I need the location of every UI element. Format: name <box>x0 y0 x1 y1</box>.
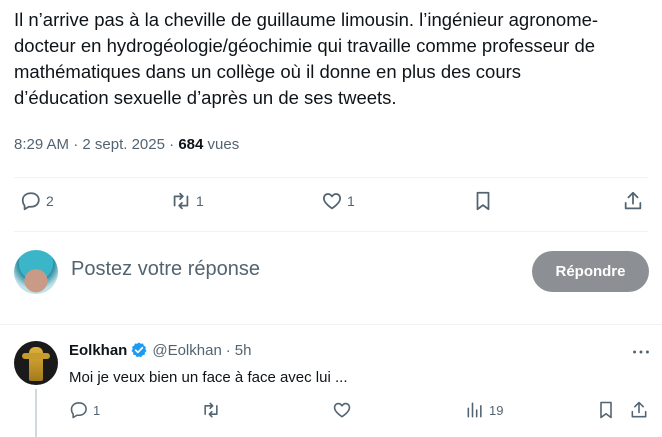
more-icon[interactable] <box>630 341 652 363</box>
tweet-text: Il n’arrive pas à la cheville de guillau… <box>14 9 599 108</box>
reply-input[interactable]: Postez votre réponse <box>71 258 260 281</box>
author-handle[interactable]: @Eolkhan <box>152 342 221 359</box>
reply-button[interactable]: 2 <box>20 190 54 212</box>
like-count: 1 <box>347 193 355 209</box>
reply-icon <box>21 192 40 211</box>
divider <box>0 324 662 325</box>
views-count: 19 <box>489 402 504 418</box>
reply-count: 1 <box>93 402 101 418</box>
views-count: 684 <box>178 136 204 153</box>
divider <box>14 231 648 232</box>
bookmark-button[interactable] <box>472 190 494 212</box>
reply-button[interactable]: 1 <box>69 400 100 420</box>
reply-tweet[interactable]: Eolkhan @Eolkhan · 5h Moi je veux bien u… <box>0 327 662 437</box>
bookmark-button[interactable] <box>596 400 616 420</box>
author-separator: · <box>225 341 231 359</box>
avatar[interactable] <box>14 341 58 385</box>
share-button[interactable] <box>629 400 649 420</box>
share-icon <box>631 401 647 418</box>
author-line: Eolkhan @Eolkhan · 5h <box>69 341 251 359</box>
bookmark-icon <box>476 191 490 211</box>
tweet-actions: 2 1 1 <box>0 190 662 220</box>
reply-icon <box>70 402 87 419</box>
reply-submit-button[interactable]: Répondre <box>532 251 649 292</box>
meta-separator-2: · <box>169 136 175 153</box>
views-icon <box>467 402 482 418</box>
repost-count: 1 <box>196 193 204 209</box>
meta-separator: · <box>73 136 79 153</box>
repost-icon <box>173 192 189 210</box>
repost-icon <box>204 402 218 418</box>
verified-icon <box>131 342 147 358</box>
like-button[interactable]: 1 <box>321 190 355 212</box>
share-icon <box>624 191 642 210</box>
like-button[interactable] <box>332 400 352 420</box>
reply-composer: Postez votre réponse Répondre <box>0 246 662 302</box>
reply-count: 2 <box>46 193 54 209</box>
repost-button[interactable]: 1 <box>170 190 204 212</box>
views-button[interactable]: 19 <box>465 400 503 420</box>
repost-button[interactable] <box>201 400 221 420</box>
reply-actions: 1 19 <box>0 400 662 426</box>
reply-time[interactable]: 5h <box>235 342 252 359</box>
views-label: vues <box>207 136 240 153</box>
author-name[interactable]: Eolkhan <box>69 342 127 359</box>
avatar[interactable] <box>14 250 58 294</box>
divider <box>14 177 648 178</box>
avatar-figure-arms <box>22 353 50 359</box>
tweet-date[interactable]: 2 sept. 2025 <box>82 136 165 153</box>
share-button[interactable] <box>622 190 644 212</box>
reply-text: Moi je veux bien un face à face avec lui… <box>69 369 348 386</box>
tweet-time[interactable]: 8:29 AM <box>14 136 69 153</box>
tweet-meta: 8:29 AM · 2 sept. 2025 · 684 vues <box>14 136 239 153</box>
bookmark-icon <box>600 401 612 419</box>
like-icon <box>322 193 342 210</box>
like-icon <box>333 402 351 418</box>
